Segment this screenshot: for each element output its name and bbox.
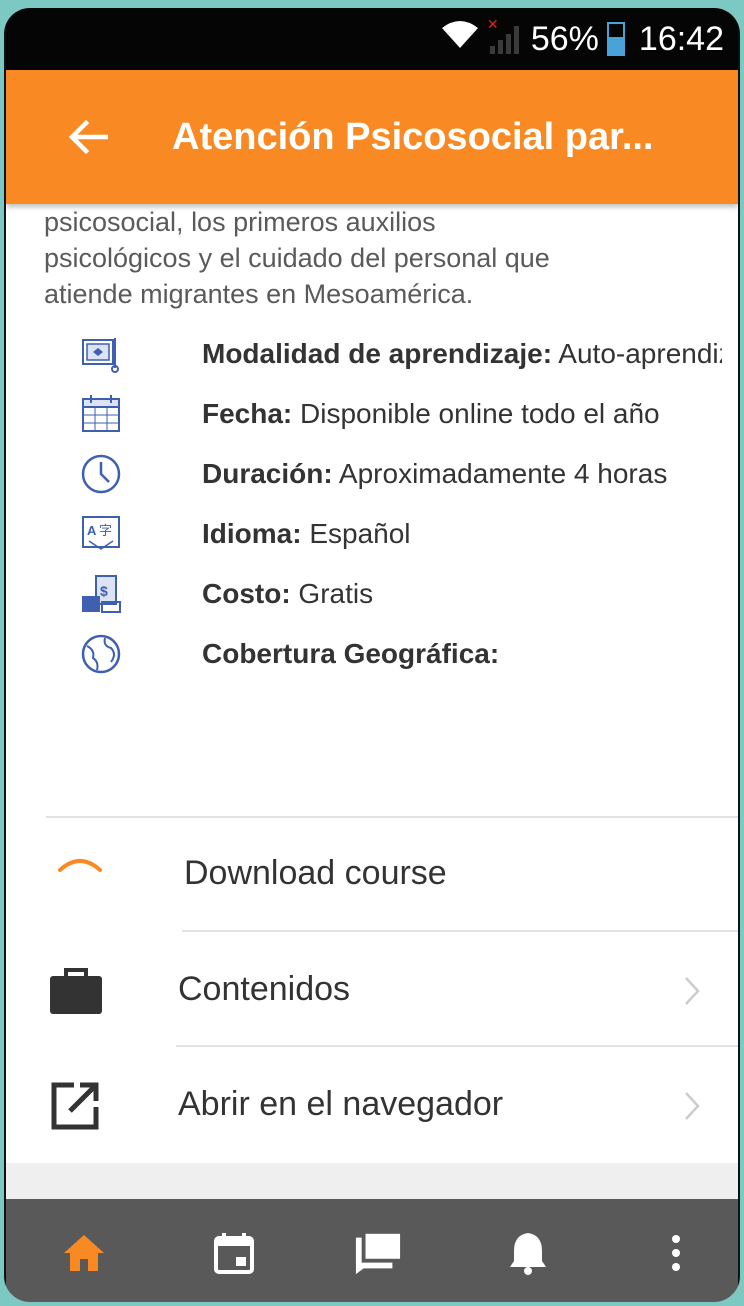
bottom-navigation bbox=[6, 1199, 738, 1302]
info-list: Modalidad de aprendizaje: Auto-aprendiza… bbox=[6, 324, 738, 684]
info-idioma-text: Idioma: Español bbox=[202, 518, 411, 549]
battery-icon bbox=[606, 22, 625, 56]
open-in-browser-label: Abrir en el navegador bbox=[178, 1085, 504, 1123]
back-arrow-icon[interactable] bbox=[48, 97, 128, 177]
download-course-label: Download course bbox=[184, 854, 447, 892]
home-icon[interactable] bbox=[60, 1229, 108, 1277]
status-bar: ✕ 56% 16:42 bbox=[6, 8, 738, 70]
content-bottom-spacer bbox=[6, 1163, 738, 1199]
description-line: atiende migrantes en Mesoamérica. bbox=[44, 279, 474, 309]
phone-frame: ✕ 56% 16:42 Atención Psicosocial par... … bbox=[4, 8, 740, 1302]
app-header: Atención Psicosocial par... bbox=[6, 70, 738, 204]
info-row-fecha: Fecha: Disponible online todo el año bbox=[6, 384, 738, 444]
calendar-icon bbox=[76, 389, 126, 439]
contenidos-label: Contenidos bbox=[178, 970, 351, 1008]
info-costo-text: Costo: Gratis bbox=[202, 578, 374, 609]
info-fecha-text: Fecha: Disponible online todo el año bbox=[202, 398, 660, 429]
clock-icon bbox=[76, 449, 126, 499]
chevron-right-icon bbox=[682, 1089, 702, 1128]
open-in-browser-item[interactable]: Abrir en el navegador bbox=[6, 1047, 738, 1162]
description-line: psicosocial, los primeros auxilios bbox=[44, 207, 436, 237]
info-row-costo: $ Costo: Gratis bbox=[6, 564, 738, 624]
notifications-bell-icon[interactable] bbox=[504, 1229, 552, 1277]
info-modalidad-text: Modalidad de aprendizaje: Auto-aprendiza… bbox=[202, 338, 722, 369]
info-row-idioma: A 字 Idioma: Español bbox=[6, 504, 738, 564]
info-cobertura-text: Cobertura Geográfica: bbox=[202, 638, 500, 669]
messages-icon[interactable] bbox=[354, 1229, 402, 1277]
info-row-duracion: Duración: Aproximadamente 4 horas bbox=[6, 444, 738, 504]
chevron-right-icon bbox=[682, 974, 702, 1013]
info-duracion-text: Duración: Aproximadamente 4 horas bbox=[202, 458, 668, 489]
page-title: Atención Psicosocial par... bbox=[172, 115, 654, 158]
description-line: psicológicos y el cuidado del personal q… bbox=[44, 243, 550, 273]
loading-spinner-icon bbox=[56, 848, 104, 893]
briefcase-icon bbox=[48, 966, 104, 1021]
translate-icon: A 字 bbox=[76, 509, 126, 559]
money-icon: $ bbox=[76, 569, 126, 619]
battery-percentage: 56% bbox=[530, 19, 599, 58]
clock-time: 16:42 bbox=[638, 19, 724, 58]
course-details: psicosocial, los primeros auxilios psico… bbox=[6, 204, 738, 684]
contenidos-item[interactable]: Contenidos bbox=[6, 932, 738, 1045]
svg-text:A: A bbox=[87, 523, 97, 538]
info-row-modalidad: Modalidad de aprendizaje: Auto-aprendiza… bbox=[6, 324, 738, 384]
more-options-icon[interactable] bbox=[652, 1229, 700, 1277]
svg-text:字: 字 bbox=[99, 523, 112, 538]
signal-icon: ✕ bbox=[487, 16, 519, 54]
course-description: psicosocial, los primeros auxilios psico… bbox=[6, 204, 738, 312]
screen: ✕ 56% 16:42 Atención Psicosocial par... … bbox=[6, 8, 738, 1302]
globe-icon bbox=[76, 629, 126, 679]
certificate-icon bbox=[76, 329, 126, 379]
info-row-cobertura: Cobertura Geográfica: bbox=[6, 624, 738, 684]
calendar-nav-icon[interactable] bbox=[210, 1229, 258, 1277]
download-course-button[interactable]: Download course bbox=[6, 818, 738, 930]
svg-text:$: $ bbox=[100, 583, 108, 599]
external-link-icon bbox=[50, 1081, 102, 1136]
wifi-icon bbox=[440, 20, 480, 59]
